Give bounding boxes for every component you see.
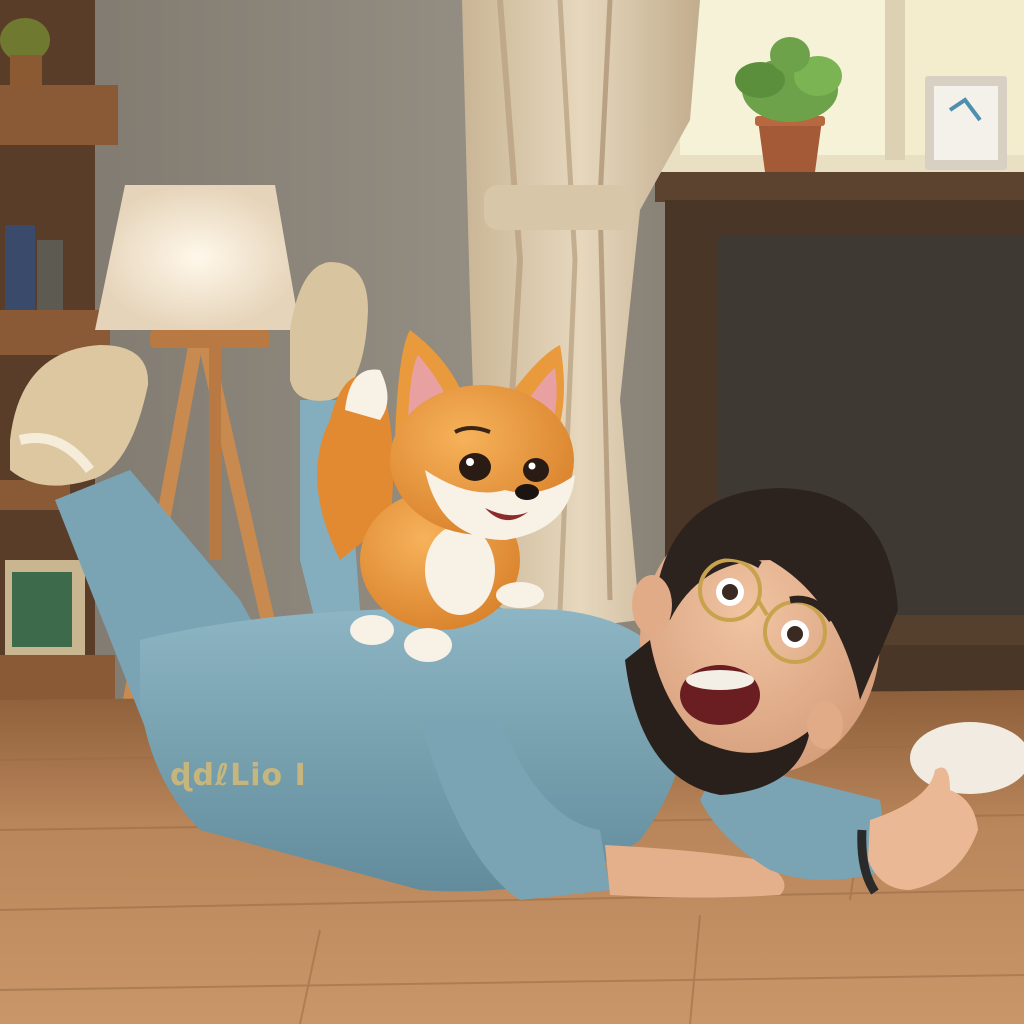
- fox-eye: [459, 453, 491, 481]
- curtain-tieback: [484, 185, 634, 230]
- picture-frame: [925, 76, 1007, 170]
- pants-print-text: ɖdℓLio I: [170, 758, 307, 793]
- fox-paw: [496, 582, 544, 608]
- scene-canvas: ɖdℓLio I: [0, 0, 1024, 1024]
- fox-eye: [523, 458, 549, 482]
- illustration-scene: ɖdℓLio I: [0, 0, 1024, 1024]
- fox-paw: [404, 628, 452, 662]
- fox-paw: [350, 615, 394, 645]
- fox-nose: [515, 484, 539, 500]
